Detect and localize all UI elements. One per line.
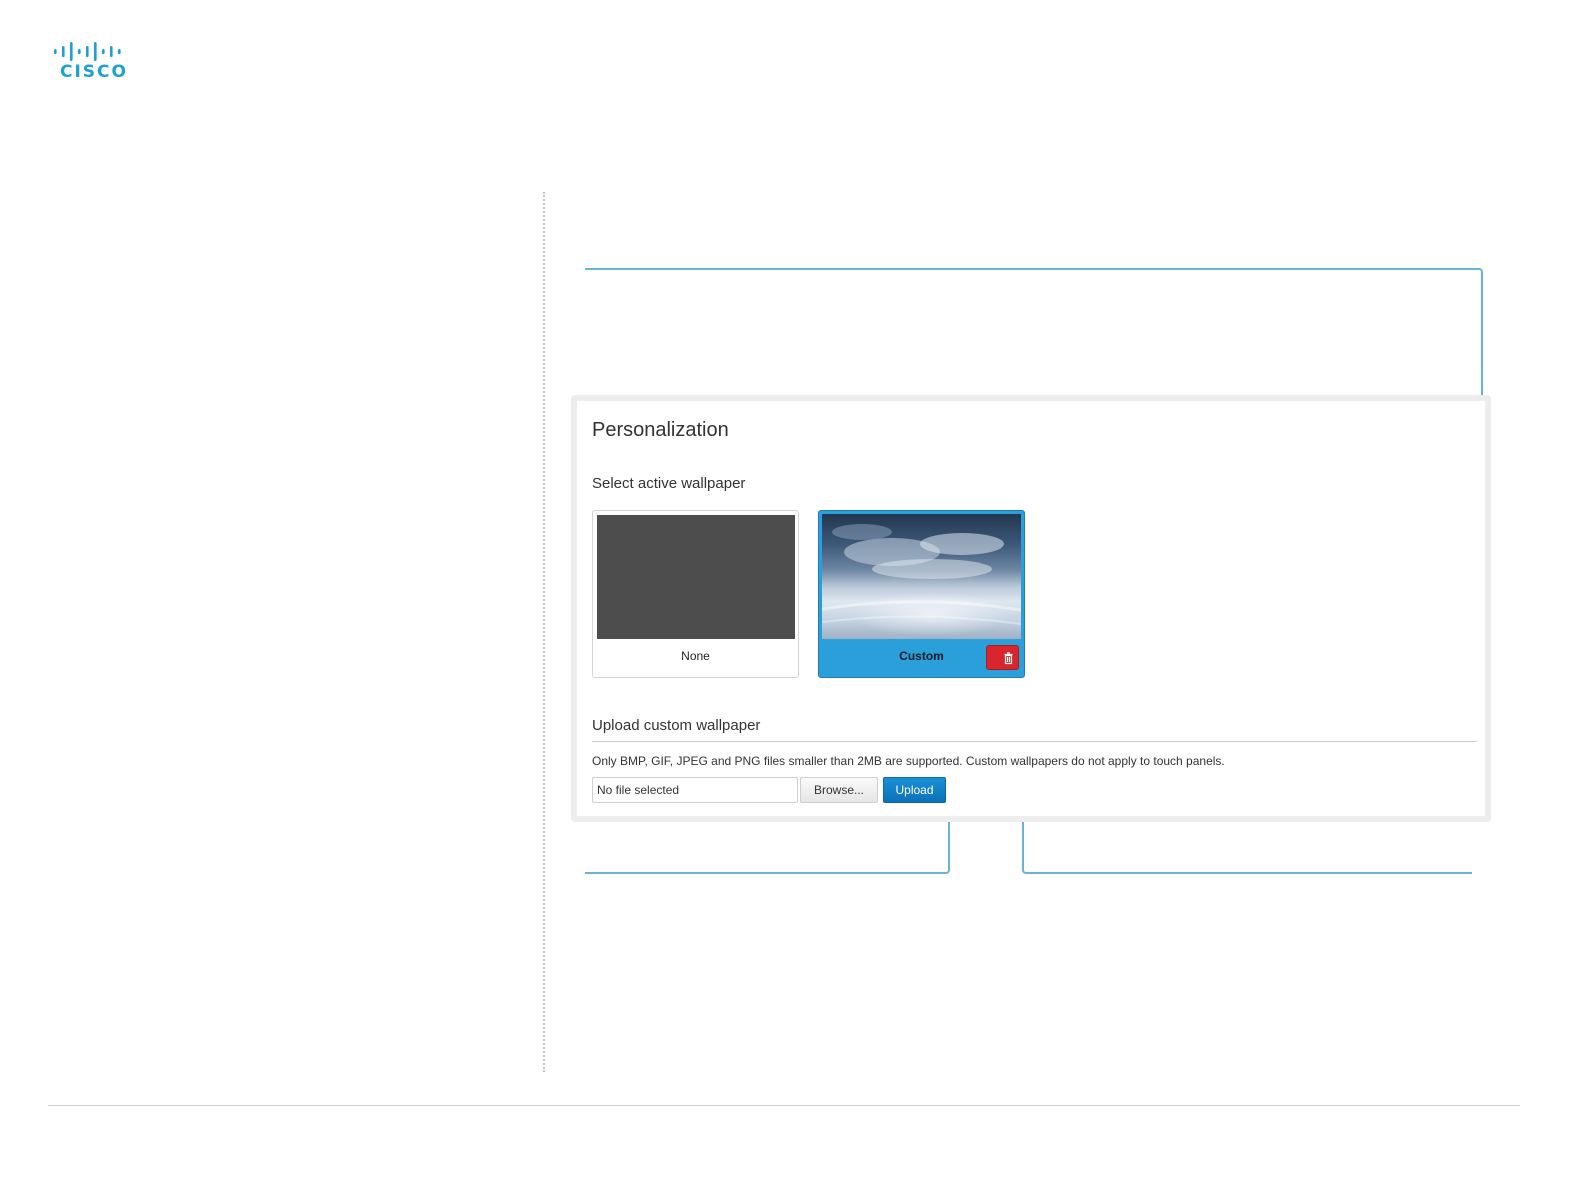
page-divider xyxy=(543,192,545,1072)
wallpaper-option-none[interactable]: None xyxy=(592,510,799,678)
delete-wallpaper-button[interactable] xyxy=(986,645,1019,670)
section-divider xyxy=(592,741,1477,742)
sky-sea-image xyxy=(822,524,1021,639)
footer-divider xyxy=(48,1105,1520,1106)
cisco-logo-wordmark: CISCO xyxy=(60,62,128,82)
upload-help-text: Only BMP, GIF, JPEG and PNG files smalle… xyxy=(592,754,1225,768)
trash-icon xyxy=(1004,652,1013,665)
upload-wallpaper-label: Upload custom wallpaper xyxy=(592,717,761,734)
panel-title: Personalization xyxy=(592,419,729,441)
file-name-field[interactable] xyxy=(592,777,798,803)
browse-button[interactable]: Browse... xyxy=(800,777,878,803)
wallpaper-label-none: None xyxy=(681,649,710,663)
upload-button[interactable]: Upload xyxy=(883,777,946,803)
select-wallpaper-label: Select active wallpaper xyxy=(592,475,746,492)
wallpaper-thumbnail-custom xyxy=(822,514,1021,639)
wallpaper-thumbnail-none xyxy=(597,515,795,639)
